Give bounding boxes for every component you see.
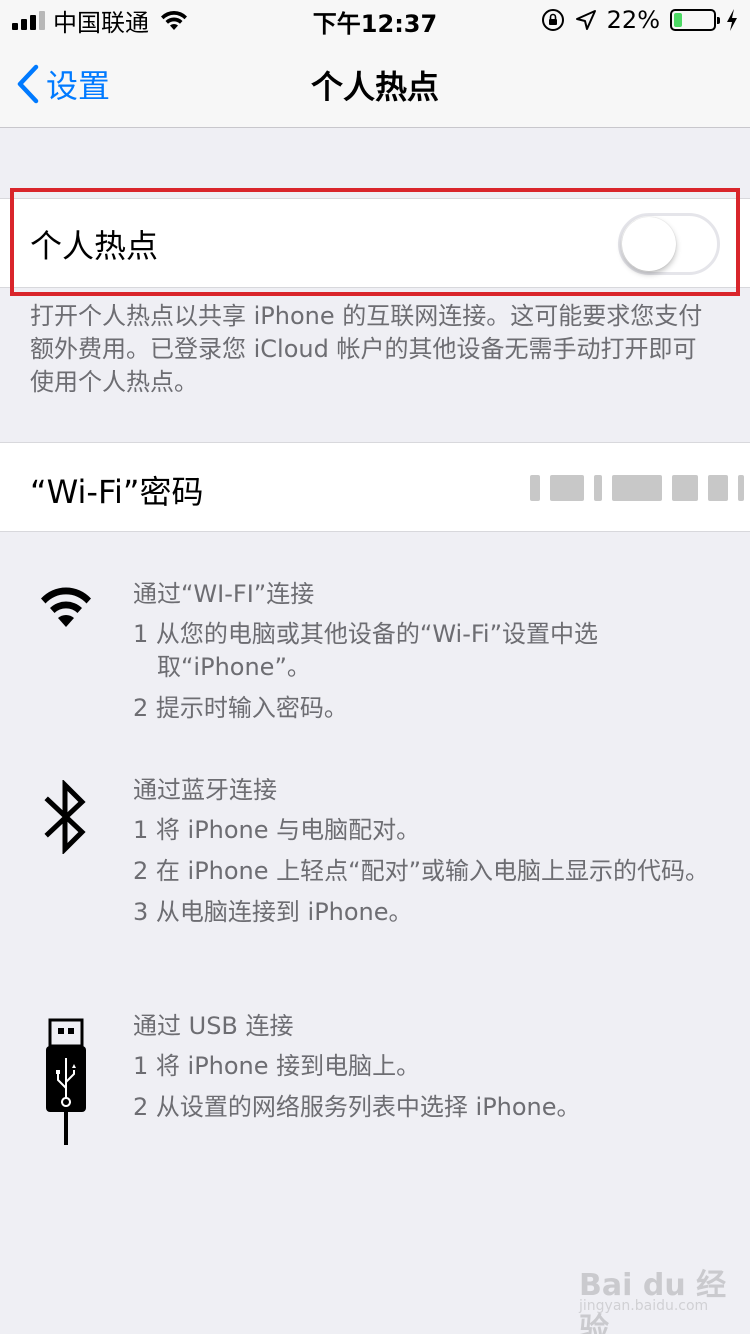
toggle-knob	[622, 217, 676, 271]
bluetooth-icon	[44, 780, 86, 854]
location-icon	[575, 10, 596, 30]
instruction-step: 3 从电脑连接到 iPhone。	[133, 898, 413, 926]
page-title: 个人热点	[310, 68, 439, 106]
hotspot-label: 个人热点	[30, 227, 159, 265]
usb-icon	[46, 1018, 86, 1145]
usb-instructions: 通过 USB 连接 1 将 iPhone 接到电脑上。 2 从设置的网络服务列表…	[133, 1006, 723, 1124]
status-right: 22%	[541, 4, 738, 36]
bluetooth-instructions: 通过蓝牙连接 1 将 iPhone 与电脑配对。 2 在 iPhone 上轻点“…	[133, 770, 723, 929]
wifi-password-value	[530, 475, 744, 501]
instruction-step: 1 从您的电脑或其他设备的“Wi-Fi”设置中选取“iPhone”。	[133, 620, 599, 681]
charging-icon	[727, 9, 737, 31]
battery-icon	[670, 9, 720, 31]
wifi-password-row[interactable]: “Wi-Fi”密码	[0, 442, 750, 532]
instruction-heading: 通过“WI-FI”连接	[133, 580, 315, 608]
instruction-step: 1 将 iPhone 与电脑配对。	[133, 816, 421, 844]
orientation-lock-icon	[541, 9, 564, 31]
battery-percent: 22%	[606, 6, 660, 34]
status-bar: 中国联通 下午12:37 22%	[0, 0, 750, 40]
wifi-instructions: 通过“WI-FI”连接 1 从您的电脑或其他设备的“Wi-Fi”设置中选取“iP…	[133, 574, 723, 725]
instruction-step: 2 从设置的网络服务列表中选择 iPhone。	[133, 1093, 581, 1121]
wifi-password-label: “Wi-Fi”密码	[30, 473, 204, 511]
wifi-icon	[41, 587, 91, 627]
watermark-main: Bai du 经验	[579, 1268, 727, 1334]
battery-level	[674, 13, 683, 27]
instruction-step: 1 将 iPhone 接到电脑上。	[133, 1052, 421, 1080]
instruction-step: 2 提示时输入密码。	[133, 694, 348, 722]
instruction-heading: 通过蓝牙连接	[133, 776, 277, 804]
instruction-step: 2 在 iPhone 上轻点“配对”或输入电脑上显示的代码。	[133, 857, 710, 885]
watermark: Bai du 经验 jingyan.baidu.com	[575, 1252, 735, 1334]
watermark-sub: jingyan.baidu.com	[579, 1298, 709, 1314]
hotspot-footer-note: 打开个人热点以共享 iPhone 的互联网连接。这可能要求您支付额外费用。已登录…	[30, 302, 703, 396]
navigation-bar: 设置 个人热点	[0, 40, 750, 128]
instruction-heading: 通过 USB 连接	[133, 1012, 294, 1040]
hotspot-row: 个人热点	[0, 198, 750, 288]
hotspot-toggle[interactable]	[618, 213, 720, 275]
